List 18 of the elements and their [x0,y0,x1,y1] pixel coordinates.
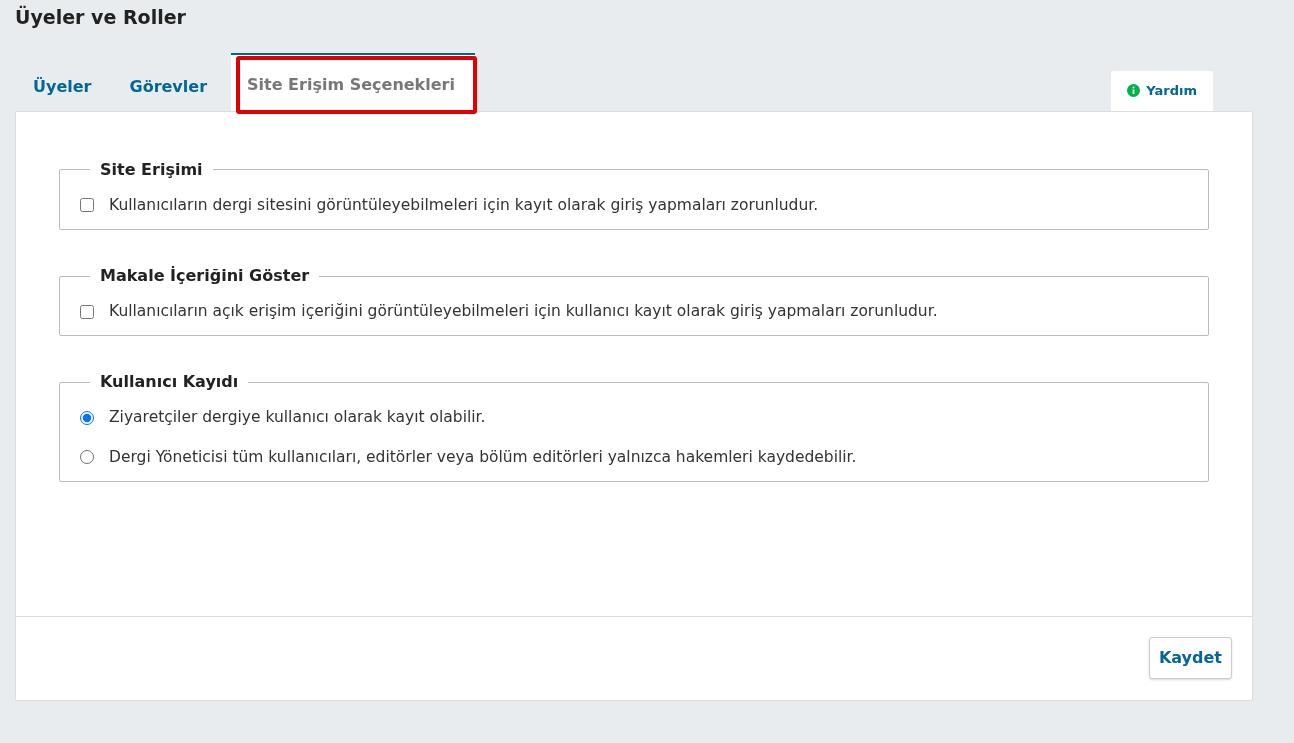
save-button[interactable]: Kaydet [1148,637,1232,680]
tab[interactable]: Üyeler [15,62,112,111]
page-title: Üyeler ve Roller [15,6,187,29]
group-legend: Site Erişimi [90,161,213,178]
radio-button[interactable] [80,450,94,465]
group-legend: Makale İçeriğini Göster [90,268,320,285]
tab[interactable]: Görevler [111,62,228,111]
help-tab[interactable]: Yardım [1111,70,1213,111]
option-label: Kullanıcıların dergi sitesini görüntüleyebilmeleri için kayıt olarak giriş yapmaları zorunludur. [109,194,819,216]
checkbox[interactable] [80,304,94,319]
info-icon [1127,84,1141,98]
radio-button[interactable] [80,410,94,425]
tab[interactable]: Site Erişim Seçenekleri [231,52,475,111]
group-legend: Kullanıcı Kayıdı [90,374,249,391]
checkbox[interactable] [80,198,94,213]
option-label: Kullanıcıların açık erişim içeriğini görüntüleyebilmeleri için kullanıcı kayıt olarak giriş yapmaları zorunludur. [109,301,938,323]
option-label: Dergi Yöneticisi tüm kullanıcıları, editörler veya bölüm editörleri yalnızca hakemleri kaydedebilir. [109,446,857,468]
option-label: Ziyaretçiler dergiye kullanıcı olarak kayıt olabilir. [109,407,486,429]
